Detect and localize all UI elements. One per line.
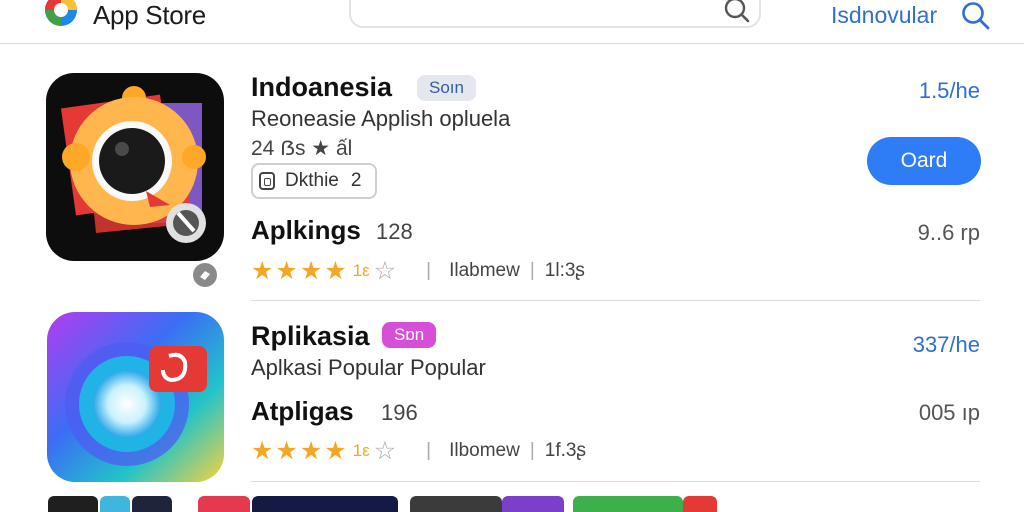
badge-icon [193,263,217,287]
meta-column-3: 1f.3ʂ [544,440,586,461]
app-tag: Soın [417,75,476,101]
next-row-preview [0,496,1024,512]
app-title[interactable]: Indoanesia [251,72,392,103]
device-icon [259,172,275,190]
app-sub-price: 005 ıp [918,400,980,425]
separator: | [529,260,535,281]
developer-chip[interactable]: Dkthie 2 [251,163,377,199]
star-filled-icon: ★ [251,437,274,465]
rating-row: ★ ★ ★ ★ 1ε ☆ | Ilabmew | 1l:3ʂ [251,256,585,286]
star-filled-icon: ★ [251,257,274,285]
app-icon-partial[interactable] [410,496,502,512]
star-filled-icon: ★ [275,257,298,285]
app-subtitle-heading[interactable]: Aplkings [251,215,361,246]
star-filled-icon: ★ [324,257,347,285]
rating-text: 1ε [352,441,370,460]
app-store-title: App Store [93,0,206,30]
app-header: App Store Isdnovular [0,0,1024,44]
camera-gradient-app-icon[interactable] [47,312,224,482]
separator: | [529,440,535,461]
app-icon-partial[interactable] [198,496,250,512]
star-filled-icon: ★ [324,437,347,465]
app-icon-partial[interactable] [132,496,172,512]
app-icon-partial[interactable] [48,496,98,512]
app-icon-partial[interactable] [100,496,130,512]
app-sub-price: 9..6 rp [917,220,980,245]
app-store-logo-icon[interactable] [40,0,82,32]
star-filled-icon: ★ [299,437,323,465]
app-sub-count: 128 [376,219,413,244]
search-icon[interactable] [960,1,992,31]
star-empty-icon: ☆ [373,437,397,465]
app-title[interactable]: Rplikasia [251,321,370,352]
app-icon-partial[interactable] [502,496,564,512]
developer-label: Dkthie [285,170,339,191]
star-filled-icon: ★ [275,437,298,465]
app-sub-count: 196 [381,400,418,425]
star-rating: ★ ★ ★ ★ [251,438,347,464]
app-tag: Sɒn [382,322,437,348]
app-icon-partial[interactable] [252,496,398,512]
separator: | [426,260,432,281]
app-icon-partial[interactable] [573,496,683,512]
meta-column-2: Ilabmew [449,260,520,281]
app-meta: 24 ẞs ★ ấl [251,137,353,160]
star-empty-icon: ☆ [373,257,397,285]
app-subtitle-heading[interactable]: Atpligas [251,396,354,427]
rating-row: ★ ★ ★ ★ 1ε ☆ | Ilbomew | 1f.3ʂ [251,436,586,466]
app-subtitle: Aplkasi Popular Popular [251,355,486,380]
star-rating: ★ ★ ★ ★ [251,258,347,284]
app-icon-partial[interactable] [683,496,717,512]
header-link[interactable]: Isdnovular [831,2,937,29]
app-subtitle: Reoneasie Applish opluela [251,106,511,131]
divider [251,481,980,482]
developer-count: 2 [350,170,362,191]
search-icon [724,0,750,23]
meta-column-2: Ilbomew [449,440,520,461]
app-price: 337/he [912,332,980,357]
divider [251,300,980,301]
meta-column-3: 1l:3ʂ [544,260,585,281]
get-button[interactable]: Oard [867,137,981,185]
star-filled-icon: ★ [299,257,323,285]
app-price: 1.5/he [918,78,980,103]
camera-lens-app-icon[interactable] [46,73,224,261]
rating-text: 1ε [352,261,370,280]
search-input[interactable] [349,0,761,28]
separator: | [426,440,432,461]
